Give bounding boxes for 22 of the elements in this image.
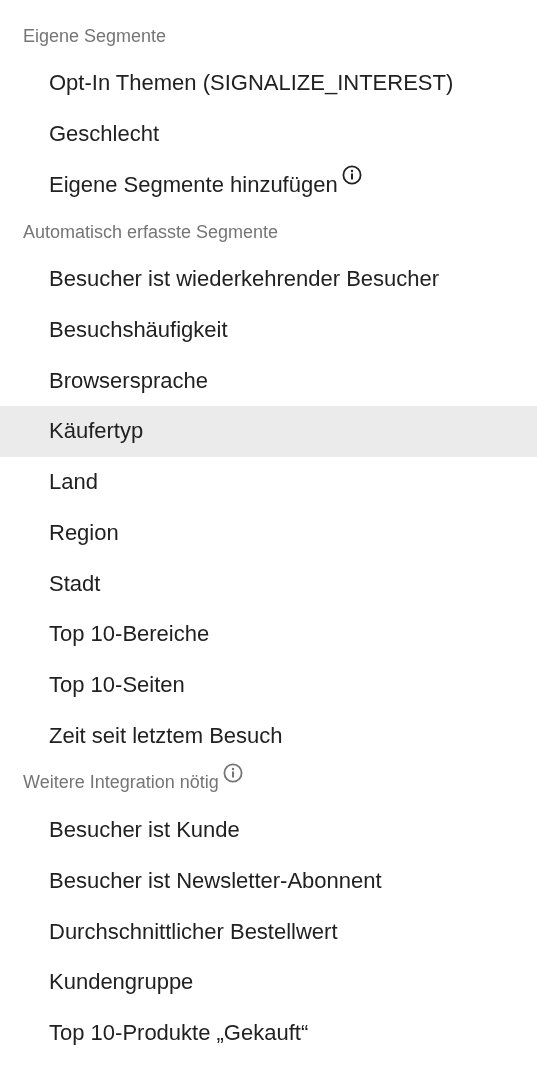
- menu-item[interactable]: Geschlecht: [0, 108, 537, 160]
- info-icon[interactable]: [341, 164, 362, 185]
- menu-item[interactable]: Top 10-Produkte „Gekauft“: [0, 1007, 537, 1059]
- section-heading: Automatisch erfasste Segmente: [23, 221, 279, 243]
- menu-item[interactable]: Region: [0, 507, 537, 559]
- menu-item[interactable]: Besucher ist Kunde: [0, 804, 537, 856]
- menu-item[interactable]: Durchschnittlicher Bestellwert: [0, 906, 537, 957]
- menu-item[interactable]: Besucher ist Newsletter-Abonnent: [0, 855, 537, 907]
- menu-item[interactable]: Top 10-Seiten: [0, 659, 537, 711]
- menu-item[interactable]: Top 10-Bereiche: [0, 608, 537, 660]
- menu-item[interactable]: Opt-In Themen (SIGNALIZE_INTEREST): [0, 58, 537, 109]
- menu-item[interactable]: Besuchshäufigkeit: [0, 304, 537, 356]
- section-heading: Weitere Integration nötig: [23, 772, 219, 794]
- menu-item[interactable]: Zeit seit letztem Besuch: [0, 710, 537, 761]
- menu-item[interactable]: Besucher ist wiederkehrender Besucher: [0, 254, 537, 305]
- menu-item[interactable]: Browsersprache: [0, 355, 537, 407]
- menu-item[interactable]: Kundengruppe: [0, 957, 537, 1008]
- menu-item[interactable]: Stadt: [0, 558, 537, 609]
- section-heading: Eigene Segmente: [23, 25, 167, 47]
- menu-item[interactable]: Käufertyp: [0, 406, 537, 457]
- menu-item[interactable]: Land: [0, 456, 537, 508]
- menu-item[interactable]: Eigene Segmente hinzufügen: [0, 159, 537, 211]
